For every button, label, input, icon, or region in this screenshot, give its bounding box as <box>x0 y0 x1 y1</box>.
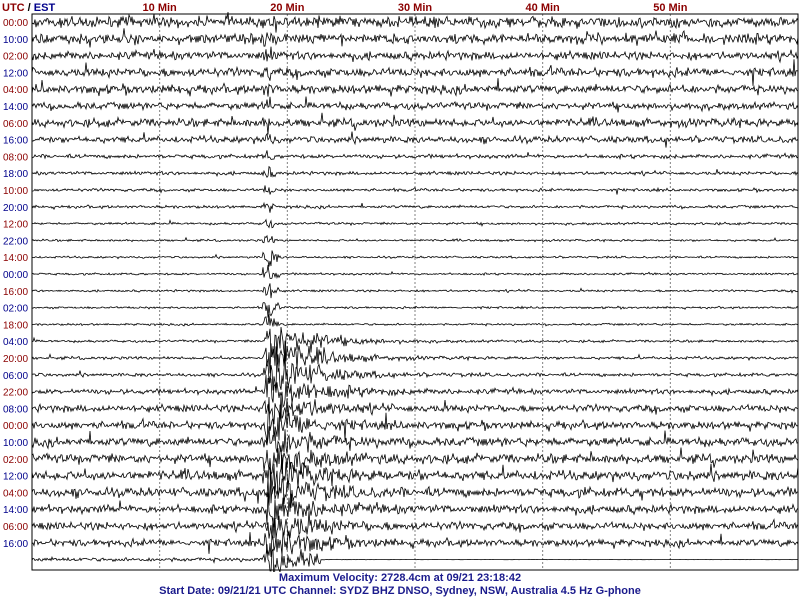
x-tick-label: 30 Min <box>398 2 433 14</box>
row-label-local: 16:00 <box>3 136 28 147</box>
row-label-local: 14:00 <box>3 102 28 113</box>
row-label-local: 04:00 <box>3 337 28 348</box>
x-tick-label: 10 Min <box>143 2 178 14</box>
row-label-utc: 02:00 <box>3 455 28 466</box>
row-label-utc: 18:00 <box>3 320 28 331</box>
row-label-utc: 04:00 <box>3 85 28 96</box>
row-label-utc: 04:00 <box>3 488 28 499</box>
trace-row-4 <box>31 78 799 97</box>
row-label-local: 16:00 <box>3 539 28 550</box>
row-label-local: 12:00 <box>3 68 28 79</box>
axis-labels: 10 Min 20 Min 30 Min 40 Min 50 Min UTC / EST 0… <box>2 2 688 550</box>
row-label-local: 10:00 <box>3 35 28 46</box>
row-label-local: 18:00 <box>3 169 28 180</box>
trace-row-24 <box>31 396 799 445</box>
row-label-local: 00:00 <box>3 270 28 281</box>
row-label-local: 10:00 <box>3 438 28 449</box>
x-tick-label: 50 Min <box>653 2 688 14</box>
helicorder-chart: 10 Min 20 Min 30 Min 40 Min 50 Min UTC / EST 0… <box>2 2 799 572</box>
row-label-local: 12:00 <box>3 472 28 483</box>
row-label-local: 02:00 <box>3 304 28 315</box>
trace-row-18 <box>31 314 799 327</box>
row-label-local: 22:00 <box>3 236 28 247</box>
row-label-utc: 20:00 <box>3 354 28 365</box>
timezone-header: UTC / EST <box>2 2 55 14</box>
row-label-utc: 06:00 <box>3 522 28 533</box>
row-label-utc: 08:00 <box>3 152 28 163</box>
trace-row-20 <box>31 340 799 374</box>
grid-lines <box>159 14 671 570</box>
row-label-utc: 22:00 <box>3 388 28 399</box>
row-label-utc: 14:00 <box>3 253 28 264</box>
row-label-utc: 06:00 <box>3 119 28 130</box>
row-label-utc: 12:00 <box>3 220 28 231</box>
row-label-utc: 02:00 <box>3 52 28 63</box>
row-label-utc: 00:00 <box>3 421 28 432</box>
row-label-local: 06:00 <box>3 371 28 382</box>
x-tick-label: 40 Min <box>526 2 561 14</box>
row-label-utc: 10:00 <box>3 186 28 197</box>
row-label-utc: 16:00 <box>3 287 28 298</box>
max-velocity-text: Maximum Velocity: 2728.4cm at 09/21 23:1… <box>278 572 522 584</box>
row-label-local: 20:00 <box>3 203 28 214</box>
x-tick-label: 20 Min <box>270 2 305 14</box>
row-label-local: 14:00 <box>3 505 28 516</box>
start-info-text: Start Date: 09/21/21 UTC Channel: SYDZ B… <box>159 585 641 597</box>
row-label-utc: 00:00 <box>3 18 28 29</box>
row-label-local: 08:00 <box>3 404 28 415</box>
